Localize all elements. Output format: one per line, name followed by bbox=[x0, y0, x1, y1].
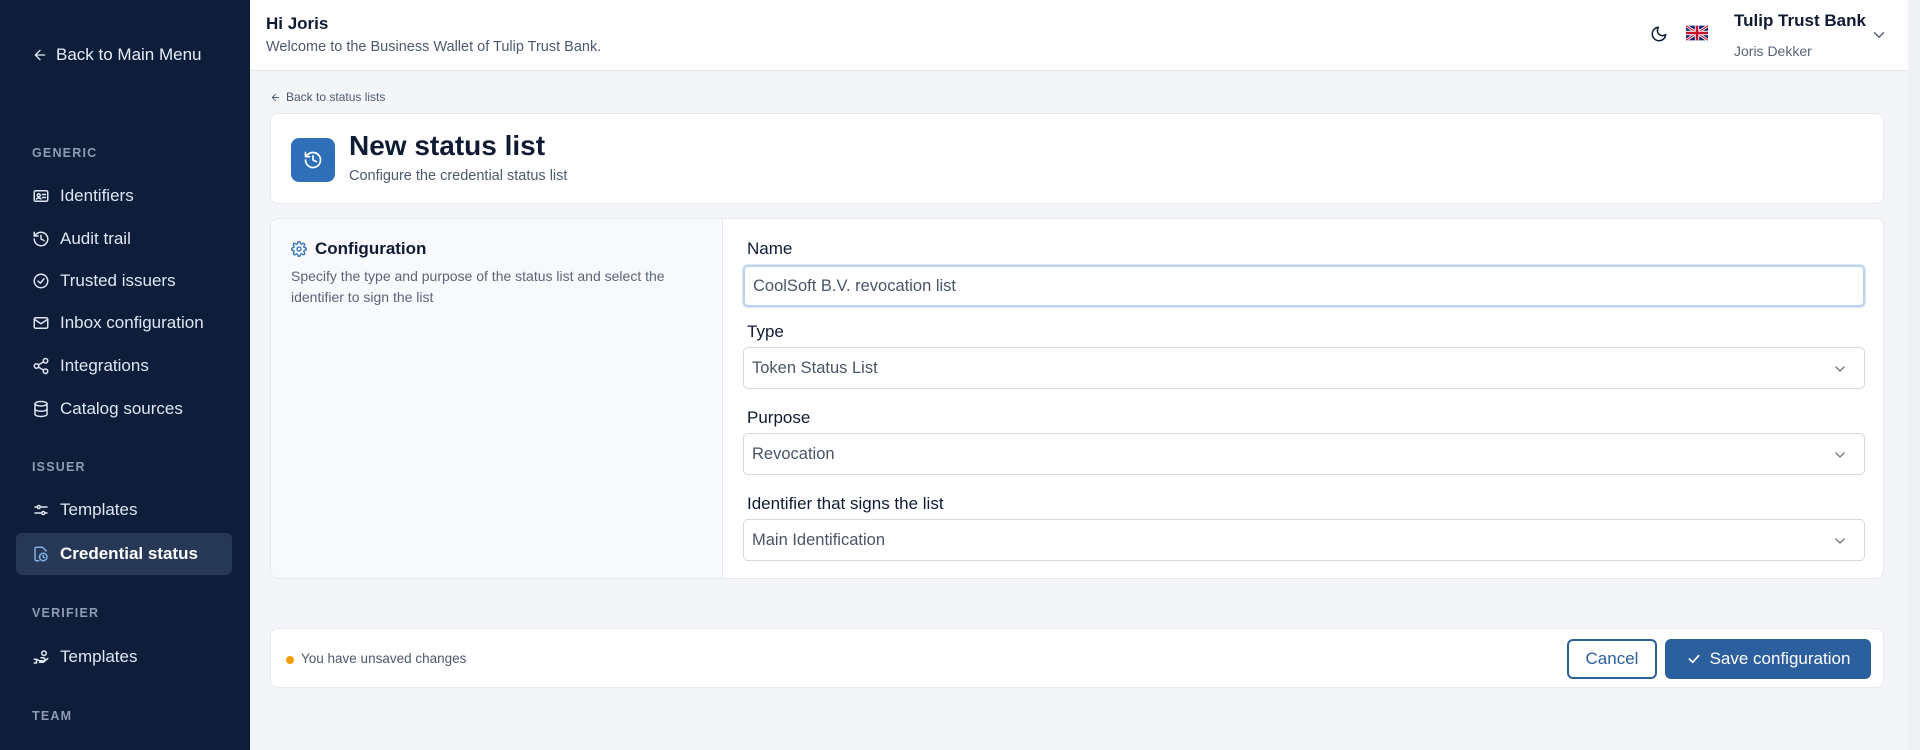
back-to-main-menu-label: Back to Main Menu bbox=[56, 45, 202, 64]
sidebar-item-label: Trusted issuers bbox=[60, 271, 176, 290]
database-icon bbox=[34, 400, 48, 418]
sidebar-item-label: Inbox configuration bbox=[60, 313, 204, 332]
sidebar: Back to Main Menu GENERIC Identifiers Au… bbox=[0, 0, 250, 750]
configuration-description: Specify the type and purpose of the stat… bbox=[291, 268, 665, 305]
mail-icon bbox=[33, 317, 49, 329]
name-input-value: CoolSoft B.V. revocation list bbox=[753, 276, 956, 295]
sidebar-item-label: Catalog sources bbox=[60, 399, 183, 418]
purpose-select-value: Revocation bbox=[752, 444, 835, 463]
arrow-left-icon bbox=[34, 49, 46, 61]
section-label-issuer: ISSUER bbox=[32, 460, 86, 474]
unsaved-indicator-dot bbox=[286, 656, 294, 664]
back-to-status-lists-label: Back to status lists bbox=[286, 90, 386, 104]
page-title-card: New status list Configure the credential… bbox=[270, 113, 1884, 204]
scrollbar[interactable] bbox=[1908, 0, 1920, 750]
sidebar-item-label: Templates bbox=[60, 500, 138, 519]
sidebar-item-label: Templates bbox=[60, 647, 138, 666]
chevron-down-icon bbox=[1835, 366, 1845, 372]
sidebar-item-label: Audit trail bbox=[60, 229, 131, 248]
sidebar-item-trusted-issuers[interactable]: Trusted issuers bbox=[16, 260, 232, 302]
name-input[interactable]: CoolSoft B.V. revocation list bbox=[743, 265, 1865, 307]
cancel-button-label: Cancel bbox=[1585, 649, 1639, 668]
configuration-card: Configuration Specify the type and purpo… bbox=[270, 218, 1884, 579]
top-header: Hi Joris Welcome to the Business Wallet … bbox=[250, 0, 1920, 71]
cancel-button[interactable]: Cancel bbox=[1567, 639, 1657, 679]
identifier-select-value: Main Identification bbox=[752, 530, 885, 549]
greeting: Hi Joris bbox=[266, 14, 329, 33]
sidebar-item-label: Integrations bbox=[60, 356, 149, 375]
chevron-down-icon bbox=[1835, 452, 1845, 458]
organization-name[interactable]: Tulip Trust Bank bbox=[1734, 11, 1866, 31]
save-configuration-button[interactable]: Save configuration bbox=[1665, 639, 1871, 679]
check-circle-icon bbox=[33, 273, 49, 289]
sidebar-item-integrations[interactable]: Integrations bbox=[16, 345, 232, 387]
configuration-info-panel: Configuration Specify the type and purpo… bbox=[271, 219, 723, 578]
sidebar-item-catalog-sources[interactable]: Catalog sources bbox=[16, 388, 232, 430]
section-label-generic: GENERIC bbox=[32, 146, 98, 160]
back-to-status-lists-link[interactable]: Back to status lists bbox=[270, 90, 385, 104]
back-to-main-menu-link[interactable]: Back to Main Menu bbox=[32, 45, 202, 65]
unsaved-changes-text: You have unsaved changes bbox=[301, 651, 467, 666]
sidebar-item-audit-trail[interactable]: Audit trail bbox=[16, 218, 232, 260]
configuration-heading: Configuration bbox=[291, 239, 426, 259]
identifier-label: Identifier that signs the list bbox=[747, 494, 944, 513]
check-icon bbox=[1688, 654, 1700, 664]
arrow-left-icon bbox=[271, 93, 280, 101]
sidebar-item-verifier-templates[interactable]: Templates bbox=[16, 636, 232, 678]
purpose-select[interactable]: Revocation bbox=[743, 433, 1865, 475]
page-subtitle: Configure the credential status list bbox=[349, 168, 568, 184]
sidebar-item-issuer-templates[interactable]: Templates bbox=[16, 489, 232, 531]
identifier-select[interactable]: Main Identification bbox=[743, 519, 1865, 561]
hand-coins-icon bbox=[33, 650, 49, 664]
page-title: New status list bbox=[349, 130, 546, 161]
file-clock-icon bbox=[34, 546, 48, 562]
sliders-icon bbox=[34, 504, 48, 516]
action-bar: You have unsaved changes Cancel Save con… bbox=[270, 628, 1884, 688]
history-icon bbox=[291, 138, 335, 182]
section-label-verifier: VERIFIER bbox=[32, 606, 100, 620]
sidebar-item-label: Credential status bbox=[60, 544, 198, 563]
type-label: Type bbox=[747, 322, 784, 341]
chevron-down-icon[interactable] bbox=[1870, 26, 1888, 44]
chevron-down-icon bbox=[1835, 538, 1845, 544]
type-select[interactable]: Token Status List bbox=[743, 347, 1865, 389]
sidebar-item-label: Identifiers bbox=[60, 186, 134, 205]
history-icon bbox=[33, 231, 49, 247]
id-card-icon bbox=[33, 190, 49, 202]
share-icon bbox=[33, 357, 49, 375]
sidebar-item-credential-status[interactable]: Credential status bbox=[16, 533, 232, 575]
save-button-label: Save configuration bbox=[1709, 649, 1851, 668]
welcome-text: Welcome to the Business Wallet of Tulip … bbox=[266, 39, 602, 55]
section-label-team: TEAM bbox=[32, 709, 73, 723]
sidebar-item-inbox-configuration[interactable]: Inbox configuration bbox=[16, 302, 232, 344]
gear-icon bbox=[291, 241, 307, 257]
user-name: Joris Dekker bbox=[1734, 43, 1812, 59]
purpose-label: Purpose bbox=[747, 408, 811, 427]
moon-icon[interactable] bbox=[1650, 25, 1668, 43]
type-select-value: Token Status List bbox=[752, 358, 878, 377]
uk-flag-icon[interactable] bbox=[1686, 25, 1708, 41]
configuration-heading-text: Configuration bbox=[315, 239, 427, 258]
name-label: Name bbox=[747, 239, 793, 258]
sidebar-item-identifiers[interactable]: Identifiers bbox=[16, 175, 232, 217]
